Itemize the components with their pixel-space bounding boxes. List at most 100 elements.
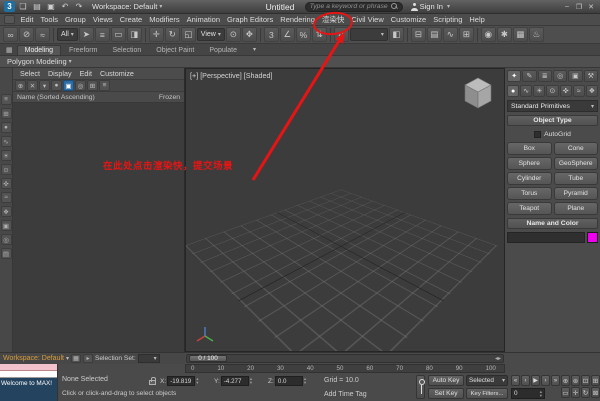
- mirror-icon[interactable]: ◧: [389, 27, 404, 42]
- y-field[interactable]: -4.277: [221, 376, 249, 386]
- scene-filter-icon[interactable]: ≈: [1, 192, 12, 203]
- tab-display-icon[interactable]: ▣: [568, 70, 582, 82]
- menu-render-plugin[interactable]: 渲染快: [318, 14, 348, 25]
- scene-filter-icon[interactable]: ◎: [1, 234, 12, 245]
- scene-filter-icon[interactable]: ☀: [1, 150, 12, 161]
- menu-graph-editors[interactable]: Graph Editors: [224, 14, 277, 25]
- sphere-button[interactable]: Sphere: [507, 157, 552, 170]
- cylinder-button[interactable]: Cylinder: [507, 172, 552, 185]
- search-icon[interactable]: [391, 3, 398, 10]
- use-center-icon[interactable]: ⊙: [226, 27, 241, 42]
- schematic-view-icon[interactable]: ⊞: [459, 27, 474, 42]
- scene-filter-icon[interactable]: ❖: [1, 206, 12, 217]
- zoom-icon[interactable]: ⊕: [561, 375, 570, 386]
- key-filters-button[interactable]: Key Filters...: [466, 388, 508, 399]
- time-slider-track[interactable]: 0 / 100 ◂▸: [186, 354, 504, 363]
- new-scene-icon[interactable]: ❏: [17, 2, 29, 11]
- application-menu-icon[interactable]: [4, 15, 15, 24]
- align-icon[interactable]: ⊟: [411, 27, 426, 42]
- current-frame-field[interactable]: 0 ▴▾: [511, 388, 545, 399]
- plane-button[interactable]: Plane: [554, 202, 599, 215]
- ribbon-minimize-icon[interactable]: ▾: [253, 46, 256, 55]
- ribbon-config-icon[interactable]: ▦: [3, 46, 16, 55]
- zoom-region-icon[interactable]: ▭: [561, 387, 570, 398]
- scene-filter-icon[interactable]: ▣: [1, 220, 12, 231]
- tab-utilities-icon[interactable]: ⚒: [584, 70, 598, 82]
- scene-filter-icon[interactable]: ∿: [1, 136, 12, 147]
- open-file-icon[interactable]: ▤: [31, 2, 43, 11]
- viewport-label[interactable]: [+] [Perspective] [Shaded]: [190, 71, 273, 80]
- selection-lock-icon[interactable]: [149, 380, 156, 385]
- object-color-swatch[interactable]: [587, 232, 598, 243]
- menu-customize[interactable]: Customize: [387, 14, 429, 25]
- snaps-toggle-icon[interactable]: 3: [264, 27, 279, 42]
- zoom-extents-all-icon[interactable]: ⊞: [591, 375, 600, 386]
- zoom-extents-icon[interactable]: ⊡: [581, 375, 590, 386]
- orbit-icon[interactable]: ↻: [581, 387, 590, 398]
- maximize-viewport-icon[interactable]: ⊠: [591, 387, 600, 398]
- category-cameras-icon[interactable]: ⊙: [546, 85, 558, 97]
- previous-frame-button[interactable]: ‹: [521, 375, 530, 386]
- spinner-icon[interactable]: ▴▾: [250, 377, 252, 385]
- autogrid-checkbox[interactable]: [534, 131, 541, 138]
- se-display-cameras-icon[interactable]: ◎: [75, 80, 86, 91]
- set-keys-button[interactable]: [416, 375, 425, 399]
- time-slider[interactable]: 0 / 100 ◂▸: [185, 353, 505, 364]
- name-color-rollout[interactable]: Name and Color: [507, 218, 598, 229]
- sign-in-button[interactable]: Sign In ▾: [411, 2, 450, 11]
- save-file-icon[interactable]: ▣: [45, 2, 57, 11]
- tab-hierarchy-icon[interactable]: ≣: [538, 70, 552, 82]
- tab-freeform[interactable]: Freeform: [62, 46, 104, 55]
- select-move-icon[interactable]: ✛: [149, 27, 164, 42]
- scene-filter-icon[interactable]: ✜: [1, 178, 12, 189]
- tab-create-icon[interactable]: ✦: [507, 70, 521, 82]
- spinner-icon[interactable]: ▴▾: [540, 390, 542, 398]
- bind-spacewarp-icon[interactable]: ≈: [35, 27, 50, 42]
- workspace-dropdown[interactable]: Workspace: Default ▾: [92, 2, 162, 11]
- primitive-category-dropdown[interactable]: Standard Primitives ▾: [507, 100, 598, 112]
- select-and-link-icon[interactable]: ∞: [3, 27, 18, 42]
- track-bar[interactable]: 0 10 20 30 40 50 60 70 80 90 100: [185, 364, 505, 373]
- column-header-frozen[interactable]: Frozen: [159, 94, 180, 101]
- tab-object-paint[interactable]: Object Paint: [149, 46, 201, 55]
- search-box[interactable]: Type a keyword or phrase: [305, 2, 403, 12]
- menu-rendering[interactable]: Rendering: [277, 14, 319, 25]
- menu-group[interactable]: Group: [61, 14, 89, 25]
- render-production-icon[interactable]: ♨: [529, 27, 544, 42]
- angle-snap-icon[interactable]: ∠: [280, 27, 295, 42]
- go-to-end-button[interactable]: »: [551, 375, 560, 386]
- close-button[interactable]: ✕: [586, 3, 596, 11]
- rendered-frame-icon[interactable]: ▦: [513, 27, 528, 42]
- layer-manager-icon[interactable]: ▤: [427, 27, 442, 42]
- tab-motion-icon[interactable]: ◎: [553, 70, 567, 82]
- category-lights-icon[interactable]: ☀: [533, 85, 545, 97]
- play-button[interactable]: ▶: [531, 375, 540, 386]
- tube-button[interactable]: Tube: [554, 172, 599, 185]
- category-helpers-icon[interactable]: ✜: [560, 85, 572, 97]
- scene-filter-icon[interactable]: ⊞: [1, 108, 12, 119]
- spinner-icon[interactable]: ▴▾: [304, 377, 306, 385]
- tab-selection[interactable]: Selection: [105, 46, 148, 55]
- pan-view-icon[interactable]: ✛: [571, 387, 580, 398]
- select-object-icon[interactable]: ➤: [79, 27, 94, 42]
- tab-modify-icon[interactable]: ✎: [522, 70, 536, 82]
- edit-named-sets-icon[interactable]: {}: [334, 27, 349, 42]
- polygon-modeling-panel[interactable]: Polygon Modeling ▾: [0, 56, 600, 68]
- curve-editor-icon[interactable]: ∿: [443, 27, 458, 42]
- viewcube[interactable]: [460, 75, 496, 111]
- category-systems-icon[interactable]: ❖: [586, 85, 598, 97]
- menu-modifiers[interactable]: Modifiers: [146, 14, 183, 25]
- select-scale-icon[interactable]: ◱: [181, 27, 196, 42]
- column-header-name[interactable]: Name (Sorted Ascending): [17, 94, 95, 101]
- redo-icon[interactable]: ↷: [73, 2, 85, 11]
- menu-civil-view[interactable]: Civil View: [348, 14, 387, 25]
- cone-button[interactable]: Cone: [554, 142, 599, 155]
- scene-filter-icon[interactable]: ≡: [1, 94, 12, 105]
- teapot-button[interactable]: Teapot: [507, 202, 552, 215]
- perspective-viewport[interactable]: [+] [Perspective] [Shaded]: [185, 68, 505, 352]
- se-menu-display[interactable]: Display: [44, 69, 76, 78]
- maximize-button[interactable]: ❐: [574, 3, 584, 11]
- object-type-rollout[interactable]: Object Type: [507, 115, 598, 126]
- scene-explorer-list[interactable]: [13, 103, 184, 352]
- se-clear-icon[interactable]: ✕: [27, 80, 38, 91]
